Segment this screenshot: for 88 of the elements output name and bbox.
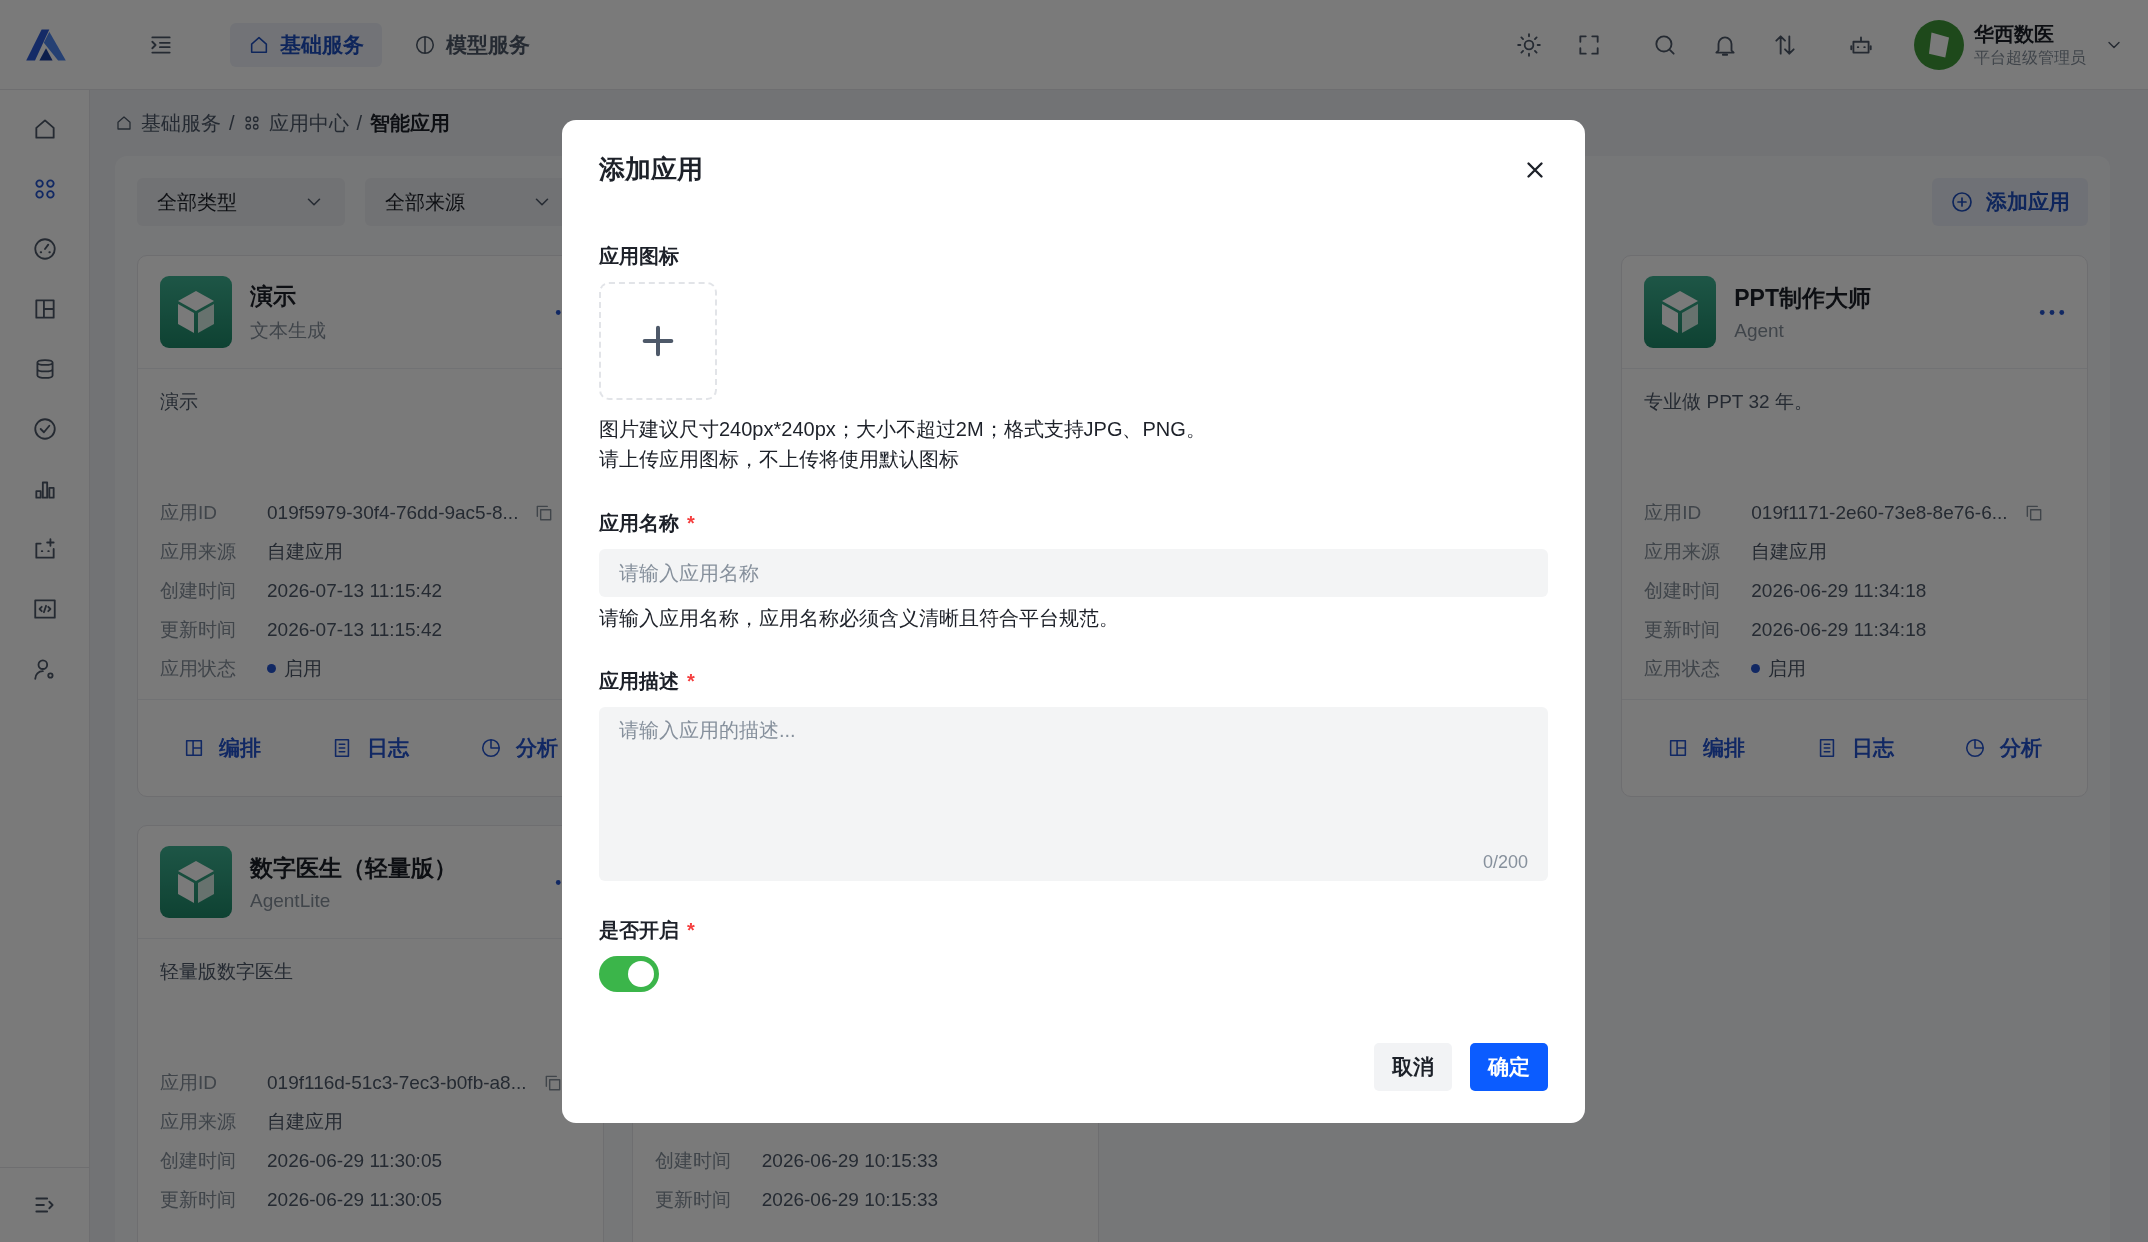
field-label: 应用ID xyxy=(160,1070,218,1095)
status-text: 启用 xyxy=(1768,656,1807,681)
field-label: 创建时间 xyxy=(654,1148,732,1173)
field-label: 创建时间 xyxy=(160,1148,237,1173)
cube-logo-icon xyxy=(160,846,232,918)
status-dot xyxy=(267,664,276,673)
breadcrumb-separator: / xyxy=(356,111,363,135)
name-input[interactable]: 请输入应用名称 xyxy=(599,549,1548,597)
grid-icon xyxy=(242,114,261,132)
card-action[interactable]: 日志 xyxy=(1809,733,1900,763)
app-title: 演示 xyxy=(250,281,297,311)
hint-text: 图片建议尺寸240px*240px；大小不超过2M；格式支持JPG、PNG。 xyxy=(599,417,1207,442)
add-app-button[interactable]: 添加应用 xyxy=(1932,178,2088,226)
field-label: 应用ID xyxy=(1644,500,1703,525)
card-action[interactable]: 分析 xyxy=(1957,733,2048,763)
filter-select[interactable]: 全部类型 xyxy=(137,178,345,226)
field-value: 2026-06-29 10:15:33 xyxy=(761,1188,939,1211)
status-dot xyxy=(1751,664,1761,673)
field-value: 019f1171-2e60-73e8-8e76-6... xyxy=(1751,501,2008,524)
pie-chart-icon xyxy=(1963,737,1986,759)
required-mark: * xyxy=(687,512,695,535)
app-title: PPT制作大师 xyxy=(1734,283,1872,313)
field-label: 创建时间 xyxy=(160,578,237,603)
field-value: 自建应用 xyxy=(1751,539,1828,564)
field-value: 自建应用 xyxy=(267,1109,343,1134)
breadcrumb-separator: / xyxy=(229,111,235,135)
cube-logo-icon xyxy=(160,276,232,348)
field-value: 2026-06-29 11:30:05 xyxy=(267,1149,443,1172)
field-value: 2026-06-29 10:15:33 xyxy=(761,1149,939,1172)
card-action[interactable]: 编排 xyxy=(1661,733,1752,763)
field-label: 创建时间 xyxy=(1644,578,1722,603)
field-label: 应用来源 xyxy=(160,539,237,564)
field-label: 应用状态 xyxy=(160,656,237,681)
breadcrumb-link[interactable]: 应用中心 xyxy=(268,109,349,137)
breadcrumb-link[interactable]: 基础服务 xyxy=(141,109,221,137)
status-text: 启用 xyxy=(284,656,322,681)
app-title: 数字医生（轻量版） xyxy=(250,853,458,883)
field-label: 是否开启 xyxy=(599,918,679,943)
required-mark: * xyxy=(687,919,695,942)
field-label: 应用来源 xyxy=(160,1109,237,1134)
confirm-button[interactable]: 确定 xyxy=(1470,1043,1548,1091)
field-value: 2026-06-29 11:34:18 xyxy=(1751,579,1927,602)
field-label: 应用来源 xyxy=(1644,539,1722,564)
field-label: 应用ID xyxy=(160,500,218,525)
field-label: 更新时间 xyxy=(1644,617,1722,642)
field-value: 2026-06-29 11:34:18 xyxy=(1751,618,1927,641)
breadcrumb-link[interactable]: 智能应用 xyxy=(370,109,451,137)
field-value: 019f5979-30f4-76dd-9ac5-8... xyxy=(267,501,519,524)
field-label: 应用描述 xyxy=(599,669,679,694)
required-mark: * xyxy=(687,670,695,693)
card-action[interactable]: 日志 xyxy=(325,733,416,763)
help-text: 请输入应用名称，应用名称必须含义清晰且符合平台规范。 xyxy=(599,606,1120,631)
sun-icon[interactable] xyxy=(1516,31,1542,58)
field-value: 自建应用 xyxy=(267,539,343,564)
field-value: 2026-07-13 11:15:42 xyxy=(267,579,443,602)
avatar-icon[interactable] xyxy=(1914,19,1964,70)
pie-chart-icon xyxy=(479,737,502,759)
app-description: 轻量版数字医生 xyxy=(160,961,293,982)
field-value: 2026-06-29 11:30:05 xyxy=(267,1188,443,1211)
field-label: 应用状态 xyxy=(1644,656,1722,681)
char-count: 0/200 xyxy=(1482,852,1528,873)
field-label: 更新时间 xyxy=(160,617,237,642)
cancel-button[interactable]: 取消 xyxy=(1374,1043,1452,1091)
field-label: 应用图标 xyxy=(599,244,679,269)
code-icon[interactable] xyxy=(31,596,58,622)
field-label: 更新时间 xyxy=(654,1187,732,1212)
user-role: 平台超级管理员 xyxy=(1974,47,2086,68)
field-label: 更新时间 xyxy=(160,1187,237,1212)
card-action[interactable]: 分析 xyxy=(473,733,564,763)
nav-tab[interactable]: 基础服务 xyxy=(230,22,382,67)
card-action[interactable]: 编排 xyxy=(177,733,268,763)
gauge-icon[interactable] xyxy=(31,236,58,262)
user-name: 华西数医 xyxy=(1974,21,2055,47)
app-description: 专业做 PPT 32 年。 xyxy=(1644,391,1813,412)
more-icon[interactable] xyxy=(2039,307,2065,317)
toggle-switch[interactable] xyxy=(599,956,659,992)
app-type: AgentLite xyxy=(250,889,332,912)
cube-logo-icon xyxy=(1644,276,1717,348)
field-value: 2026-07-13 11:15:42 xyxy=(267,618,443,641)
app-type: Agent xyxy=(1734,319,1785,342)
hint-text: 请上传应用图标，不上传将使用默认图标 xyxy=(599,447,960,472)
home-icon xyxy=(115,114,133,132)
nav-tab[interactable]: 模型服务 xyxy=(396,22,548,67)
app-type: 文本生成 xyxy=(250,318,327,343)
app-description: 演示 xyxy=(160,391,198,412)
dialog-title: 添加应用 xyxy=(599,153,703,186)
field-value: 019f116d-51c3-7ec3-b0fb-a8... xyxy=(267,1071,527,1094)
field-label: 应用名称 xyxy=(599,511,679,536)
